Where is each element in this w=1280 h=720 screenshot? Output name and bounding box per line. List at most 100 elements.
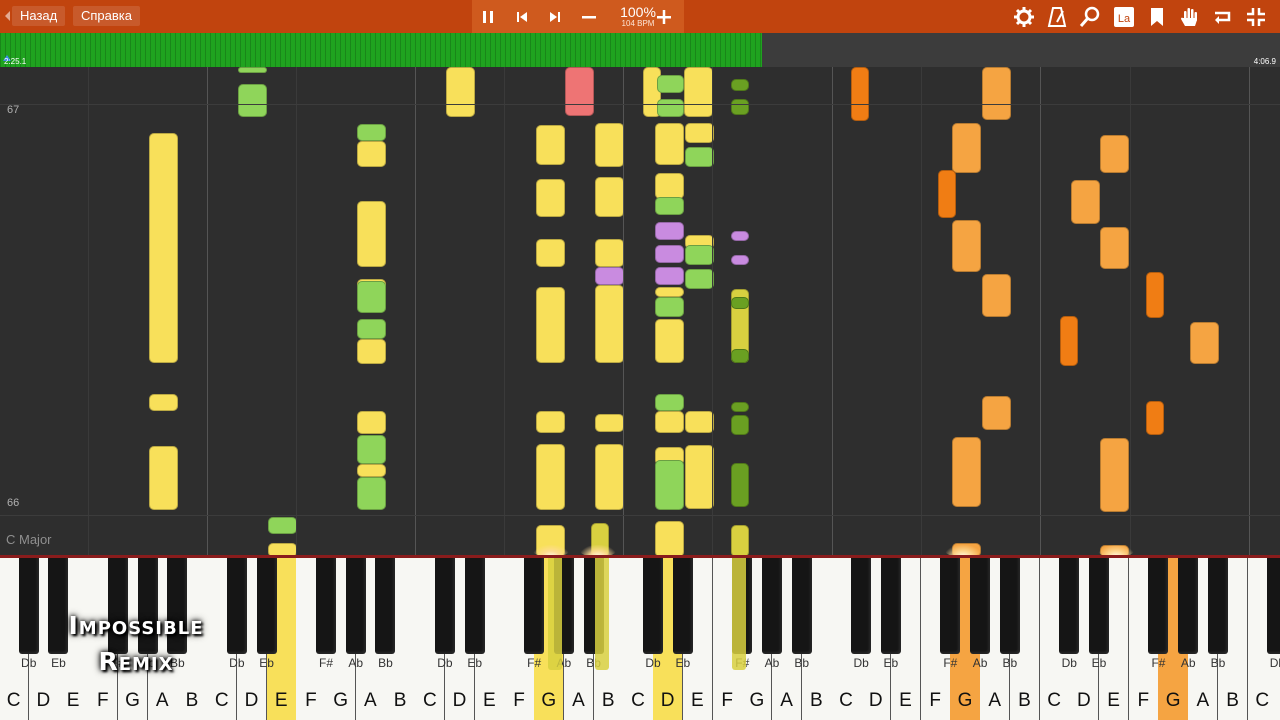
skip-back-icon[interactable]	[511, 6, 533, 28]
falling-note	[536, 125, 565, 165]
falling-note	[1071, 180, 1100, 224]
falling-note	[952, 437, 981, 507]
falling-note	[565, 67, 594, 116]
hand-icon[interactable]	[1178, 5, 1202, 29]
falling-note	[536, 444, 565, 510]
white-key-label: F	[96, 690, 109, 711]
white-key-label: F	[929, 690, 942, 711]
black-key[interactable]: Db	[643, 558, 664, 670]
falling-note	[731, 525, 749, 557]
help-button[interactable]: Справка	[73, 6, 140, 26]
black-key-label: F#	[319, 656, 334, 670]
falling-note	[684, 67, 713, 117]
black-key-label: F#	[527, 656, 542, 670]
falling-note	[149, 446, 178, 510]
black-key[interactable]: F#	[524, 558, 545, 670]
white-key-label: A	[155, 690, 169, 711]
black-key[interactable]: Eb	[1089, 558, 1109, 670]
falling-note	[357, 411, 386, 434]
falling-note	[357, 201, 386, 267]
black-key[interactable]: Ab	[1178, 558, 1199, 670]
falling-note	[1100, 227, 1129, 269]
falling-note	[655, 267, 684, 285]
white-key-label: G	[1165, 690, 1181, 711]
falling-note	[655, 319, 684, 363]
white-key-label: D	[660, 690, 675, 711]
back-arrow-icon	[5, 11, 10, 21]
black-key-label: Db	[437, 656, 453, 670]
black-key[interactable]: Bb	[999, 558, 1020, 670]
timeline-progress-bar[interactable]: 2:25.1 4:06.9	[0, 33, 1280, 67]
white-key-label: E	[1107, 690, 1120, 711]
bookmark-icon[interactable]	[1145, 5, 1169, 29]
black-key[interactable]: Db	[851, 558, 872, 670]
metronome-icon[interactable]	[1045, 5, 1069, 29]
exit-fullscreen-icon[interactable]	[1244, 5, 1268, 29]
falling-note	[655, 245, 684, 263]
black-key[interactable]: Eb	[256, 558, 277, 670]
measure-line	[0, 104, 1280, 105]
black-key[interactable]: F#	[1148, 558, 1169, 670]
falling-note	[952, 220, 981, 272]
white-key-label: B	[185, 690, 199, 711]
guide-line	[1040, 67, 1041, 557]
measure-number-bottom: 66	[7, 497, 20, 509]
falling-note	[655, 123, 684, 165]
black-key[interactable]: Ab	[345, 558, 366, 670]
black-key[interactable]: Eb	[464, 558, 485, 670]
white-key-label: D	[868, 690, 883, 711]
black-key[interactable]: Eb	[880, 558, 901, 670]
black-key-label: Db	[853, 656, 869, 670]
zoom-icon[interactable]	[1078, 5, 1102, 29]
black-key[interactable]: Ab	[761, 558, 782, 670]
black-key[interactable]: Bb	[375, 558, 396, 670]
black-key[interactable]: F#	[316, 558, 337, 670]
black-key[interactable]: Db	[18, 558, 39, 670]
measure-number-top: 67	[7, 104, 20, 116]
tempo-increase-icon[interactable]	[653, 6, 675, 28]
falling-note	[1190, 322, 1219, 364]
guide-line	[712, 67, 713, 557]
black-key[interactable]: Bb	[1207, 558, 1228, 670]
black-key[interactable]: Bb	[791, 558, 812, 670]
pause-icon[interactable]	[477, 6, 499, 28]
black-key[interactable]: Eb	[672, 558, 693, 670]
falling-note	[595, 444, 624, 510]
guide-line	[207, 67, 208, 557]
falling-note	[1146, 401, 1164, 435]
total-time: 4:06.9	[1253, 57, 1276, 66]
falling-note	[685, 123, 714, 143]
falling-note	[952, 123, 981, 173]
overlay-line-2: Remix	[98, 647, 174, 676]
gear-icon[interactable]	[1012, 5, 1036, 29]
falling-note	[731, 415, 749, 435]
falling-note	[1146, 272, 1164, 318]
white-key-label: G	[957, 690, 973, 711]
black-key[interactable]: Db	[1267, 558, 1280, 670]
white-key-label: D	[244, 690, 259, 711]
back-button[interactable]: Назад	[12, 6, 66, 26]
skip-forward-icon[interactable]	[544, 6, 566, 28]
falling-note	[595, 414, 624, 432]
falling-note	[655, 460, 684, 510]
white-key-label: C	[6, 690, 21, 711]
falling-note	[357, 477, 386, 510]
top-toolbar: Назад Справка 100% 104 BPM La	[0, 0, 1280, 33]
black-key[interactable]: Ab	[970, 558, 991, 670]
tempo-decrease-icon[interactable]	[578, 6, 600, 28]
falling-note	[685, 445, 714, 509]
white-key-label: C	[631, 690, 645, 711]
guide-line	[296, 67, 297, 557]
white-key-label: E	[691, 690, 704, 711]
black-key[interactable]: Db	[434, 558, 455, 670]
white-key-label: D	[452, 690, 467, 711]
guide-line	[832, 67, 833, 557]
note-labels-icon[interactable]: La	[1112, 5, 1136, 29]
black-key[interactable]: F#	[940, 558, 961, 670]
loop-icon[interactable]	[1211, 5, 1235, 29]
falling-note	[731, 255, 749, 265]
black-key-label: Eb	[1091, 656, 1107, 670]
black-key[interactable]: Db	[1059, 558, 1080, 670]
white-key-label: F	[513, 690, 525, 711]
black-key-label: Bb	[1002, 656, 1018, 670]
